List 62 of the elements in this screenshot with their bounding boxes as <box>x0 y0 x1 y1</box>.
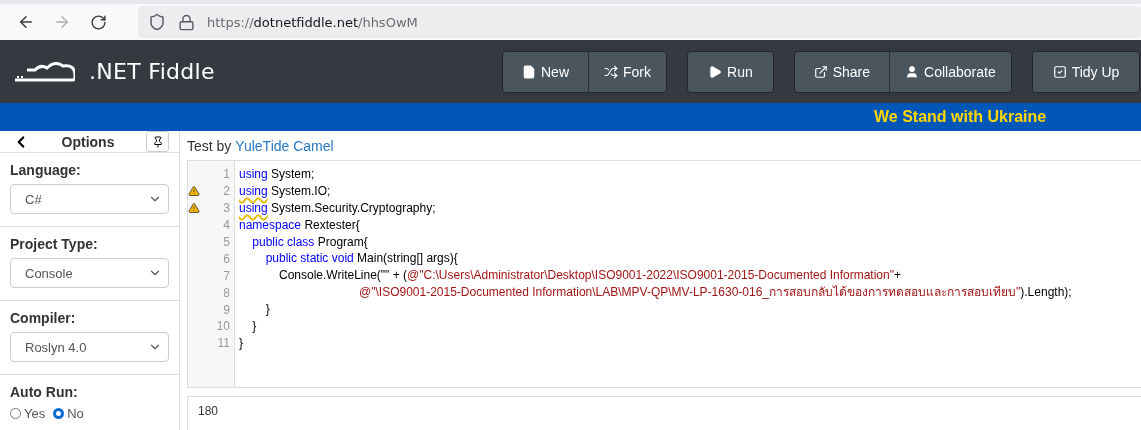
line-number: 8 <box>223 285 230 300</box>
line-number: 6 <box>223 251 230 266</box>
toolbar-button[interactable]: Share <box>794 51 890 92</box>
code-line: } <box>264 301 270 318</box>
shuffle-icon <box>604 64 618 79</box>
url-text: https://dotnetfiddle.net/hhsOwM <box>207 14 418 30</box>
line-number: 9 <box>223 302 230 317</box>
line-number: 4 <box>223 218 230 233</box>
line-number: 7 <box>223 268 230 283</box>
select-field[interactable]: C# <box>10 184 169 214</box>
code-line: namespace Rextester{ <box>239 216 360 234</box>
code-editor[interactable] <box>187 160 1141 388</box>
shield-icon <box>148 13 166 31</box>
lock-icon <box>178 13 195 31</box>
line-number: 3 <box>223 201 230 216</box>
output-text: 180 <box>198 404 219 418</box>
option-label: Project Type: <box>10 236 99 252</box>
code-line: Console.WriteLine("" + (@"C:\Users\Administrator\Desktop\ISO9001-2022\ISO9001-2015-Documented Information"+ <box>278 267 901 285</box>
logo-text: .NET Fiddle <box>89 59 215 84</box>
warning-icon <box>188 185 200 198</box>
code-line: @"\ISO9001-2015-Documented Information\LAB\MPV-QP\MV-LP-1630-016_การสอบกลับได้ของการทดสอบและการสอบเทียบ").Length); <box>358 284 1072 302</box>
code-line: } <box>251 318 257 335</box>
code-line: public static void Main(string[] args){ <box>264 250 458 268</box>
author-link[interactable]: YuleTide Camel <box>235 137 334 154</box>
code-line: using System.IO; <box>239 182 331 200</box>
line-number: 10 <box>216 319 230 334</box>
toolbar-button[interactable]: New <box>503 51 588 92</box>
play-icon <box>708 64 722 79</box>
option-label: Auto Run: <box>10 384 79 400</box>
line-number: 2 <box>223 184 230 199</box>
toolbar-button[interactable]: Tidy Up <box>1032 51 1140 92</box>
checkbox-icon <box>1052 64 1067 79</box>
code-line: using System; <box>239 166 315 183</box>
forward-arrow-icon <box>53 13 71 31</box>
radio-button[interactable] <box>53 407 65 419</box>
banner-text: We Stand with Ukraine <box>874 108 1047 126</box>
code-line: public class Program{ <box>251 233 368 251</box>
toolbar-button[interactable]: Run <box>688 51 773 92</box>
radio-label: No <box>67 405 84 421</box>
title-text: Test by <box>187 137 232 154</box>
option-label: Compiler: <box>10 310 77 326</box>
code-line: } <box>239 334 243 352</box>
reload-icon <box>89 13 107 31</box>
radio-label: Yes <box>24 405 46 421</box>
line-number: 1 <box>223 167 230 182</box>
select-field[interactable]: Roslyn 4.0 <box>10 332 169 362</box>
cloud-logo-icon <box>15 61 75 82</box>
file-icon <box>522 64 536 79</box>
address-bar[interactable]: https://dotnetfiddle.net/hhsOwM <box>138 6 1141 38</box>
toolbar-button[interactable]: Collaborate <box>889 51 1011 92</box>
option-label: Language: <box>10 162 82 178</box>
code-line: using System.Security.Cryptography; <box>239 199 436 217</box>
sidebar-title: Options <box>60 133 116 150</box>
warning-icon <box>188 202 200 215</box>
share-icon <box>813 64 828 79</box>
select-field[interactable]: Console <box>10 258 169 288</box>
user-icon <box>905 64 920 79</box>
pin-button[interactable] <box>146 131 169 152</box>
line-number: 5 <box>223 235 230 249</box>
pin-icon <box>151 135 164 148</box>
toolbar-button[interactable]: Fork <box>588 51 666 92</box>
line-number: 11 <box>217 336 230 351</box>
